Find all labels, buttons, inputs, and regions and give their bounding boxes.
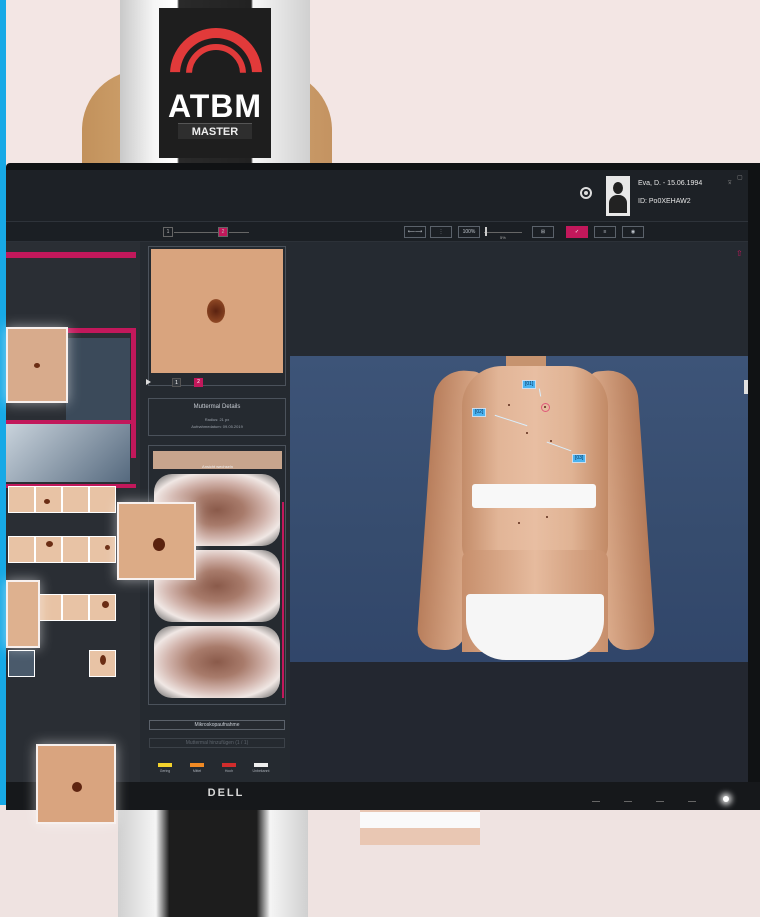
fit-width-button[interactable]: ⟵⟶ xyxy=(404,226,426,238)
mole-dot[interactable] xyxy=(518,522,520,524)
viewer-top-area xyxy=(290,242,748,356)
layers-icon[interactable]: ≡ xyxy=(594,226,616,238)
category-label: Hoch xyxy=(224,769,234,773)
zoom-slider-knob[interactable] xyxy=(485,227,487,236)
category-swatch-low[interactable] xyxy=(158,763,172,767)
avatar-body xyxy=(609,195,627,213)
app-header: Eva, D. - 15.06.1994 ID: Po0XEHAW2 _ ▢ × xyxy=(6,170,748,222)
category-swatch-high[interactable] xyxy=(222,763,236,767)
page-1-button[interactable]: 1 xyxy=(172,378,181,387)
monitor-button[interactable] xyxy=(656,796,664,802)
mole-grid-cell[interactable] xyxy=(89,486,116,513)
window-controls[interactable]: _ ▢ × xyxy=(728,174,748,187)
list-scrollbar[interactable] xyxy=(282,502,284,698)
body-garment-top xyxy=(472,484,596,508)
mole-grid-cell[interactable] xyxy=(35,536,62,563)
zoom-slider-track[interactable] xyxy=(484,232,522,233)
mole-grid-cell[interactable] xyxy=(89,594,116,621)
body-torso xyxy=(462,366,608,566)
monitor-button[interactable] xyxy=(592,796,600,802)
monitor-bezel xyxy=(6,782,760,810)
step-1-button[interactable]: 1 xyxy=(163,227,173,237)
floating-mole-card xyxy=(117,502,196,580)
mole-grid-cell[interactable] xyxy=(62,594,89,621)
category-label: Gering xyxy=(159,769,171,773)
step-track-end xyxy=(229,232,249,233)
settings-icon[interactable]: ◉ xyxy=(622,226,644,238)
viewer-bottom-area xyxy=(290,662,748,782)
play-icon[interactable] xyxy=(146,379,151,385)
mole-dot[interactable] xyxy=(546,516,548,518)
floating-mole-card xyxy=(6,580,40,648)
gallery-dark-tile xyxy=(66,338,130,420)
check-icon[interactable]: ✓ xyxy=(566,226,588,238)
zoom-slider-value: 5% xyxy=(500,235,506,240)
step-track xyxy=(174,232,218,233)
details-title: Muttermal Details xyxy=(193,404,241,410)
page-2-button[interactable]: 2 xyxy=(194,378,203,387)
mole-dot[interactable] xyxy=(508,404,510,406)
details-date: Aufnahmedatum: 09.05.2019 xyxy=(191,424,243,429)
gallery-light-tile xyxy=(6,424,130,482)
fit-height-button[interactable]: ⋮ xyxy=(430,226,452,238)
microscopy-button[interactable]: Mikroskopaufnahme xyxy=(149,720,285,730)
compare-icon[interactable]: ⊞ xyxy=(532,226,554,238)
mole-grid-cell[interactable] xyxy=(8,536,35,563)
floating-mole-card xyxy=(6,327,68,403)
mole-grid-cell[interactable] xyxy=(8,486,35,513)
logo-text: ATBM xyxy=(167,88,263,124)
close-viewer-icon[interactable]: ⇧ xyxy=(736,249,743,258)
avatar-head xyxy=(613,182,623,194)
mole-tag-03[interactable]: [03] xyxy=(572,454,587,463)
category-swatch-medium[interactable] xyxy=(190,763,204,767)
toolbar: 1 2 ⟵⟶ ⋮ 100% 5% ⊞ ✓ ≡ ◉ xyxy=(6,222,748,242)
gallery-header-bar xyxy=(6,252,136,258)
view-switch-label: Ansicht wechseln xyxy=(202,464,233,469)
mole-grid-cell[interactable] xyxy=(89,650,116,677)
patient-id: ID: Po0XEHAW2 xyxy=(638,198,691,205)
location-pin-dot xyxy=(584,191,588,195)
monitor-button[interactable] xyxy=(688,796,696,802)
app-screen: Eva, D. - 15.06.1994 ID: Po0XEHAW2 _ ▢ ×… xyxy=(6,170,748,782)
zoom-value-button[interactable]: 100% xyxy=(458,226,480,238)
mole-grid-cell[interactable] xyxy=(35,486,62,513)
monitor-brand: DELL xyxy=(207,787,245,799)
monitor-button[interactable] xyxy=(624,796,632,802)
logo-subtitle: MASTER xyxy=(178,123,252,139)
device-pole-base xyxy=(118,805,308,917)
dermatoscope-image[interactable] xyxy=(154,626,280,698)
category-label: Unbekannt xyxy=(252,769,270,773)
mole-dot[interactable] xyxy=(550,440,552,442)
floating-mole-card xyxy=(36,744,116,824)
mole-tag-02[interactable]: [02] xyxy=(472,408,487,417)
add-mole-field[interactable]: Muttermal hinzufügen (1 / 1) xyxy=(149,738,285,748)
mole-tag-01[interactable]: [01] xyxy=(522,380,537,389)
mole-grid-cell[interactable] xyxy=(89,536,116,563)
step-2-button[interactable]: 2 xyxy=(218,227,228,237)
mole-grid-cell[interactable] xyxy=(62,486,89,513)
body-garment-bottom xyxy=(466,594,604,660)
side-panel-toggle[interactable] xyxy=(744,380,748,394)
category-swatch-unknown[interactable] xyxy=(254,763,268,767)
category-label: Mittel xyxy=(192,769,202,773)
mole-dot[interactable] xyxy=(544,406,546,408)
mole-grid-cell[interactable] xyxy=(8,650,35,677)
mole-grid-cell[interactable] xyxy=(62,536,89,563)
patient-name: Eva, D. - 15.06.1994 xyxy=(638,180,703,187)
person-garment xyxy=(360,812,480,828)
power-led-icon[interactable] xyxy=(723,796,729,802)
details-radius: Radius: 21 px xyxy=(204,417,230,422)
gallery-section-edge xyxy=(131,328,136,458)
mole-dot[interactable] xyxy=(526,432,528,434)
mole-preview-image[interactable] xyxy=(151,249,283,373)
